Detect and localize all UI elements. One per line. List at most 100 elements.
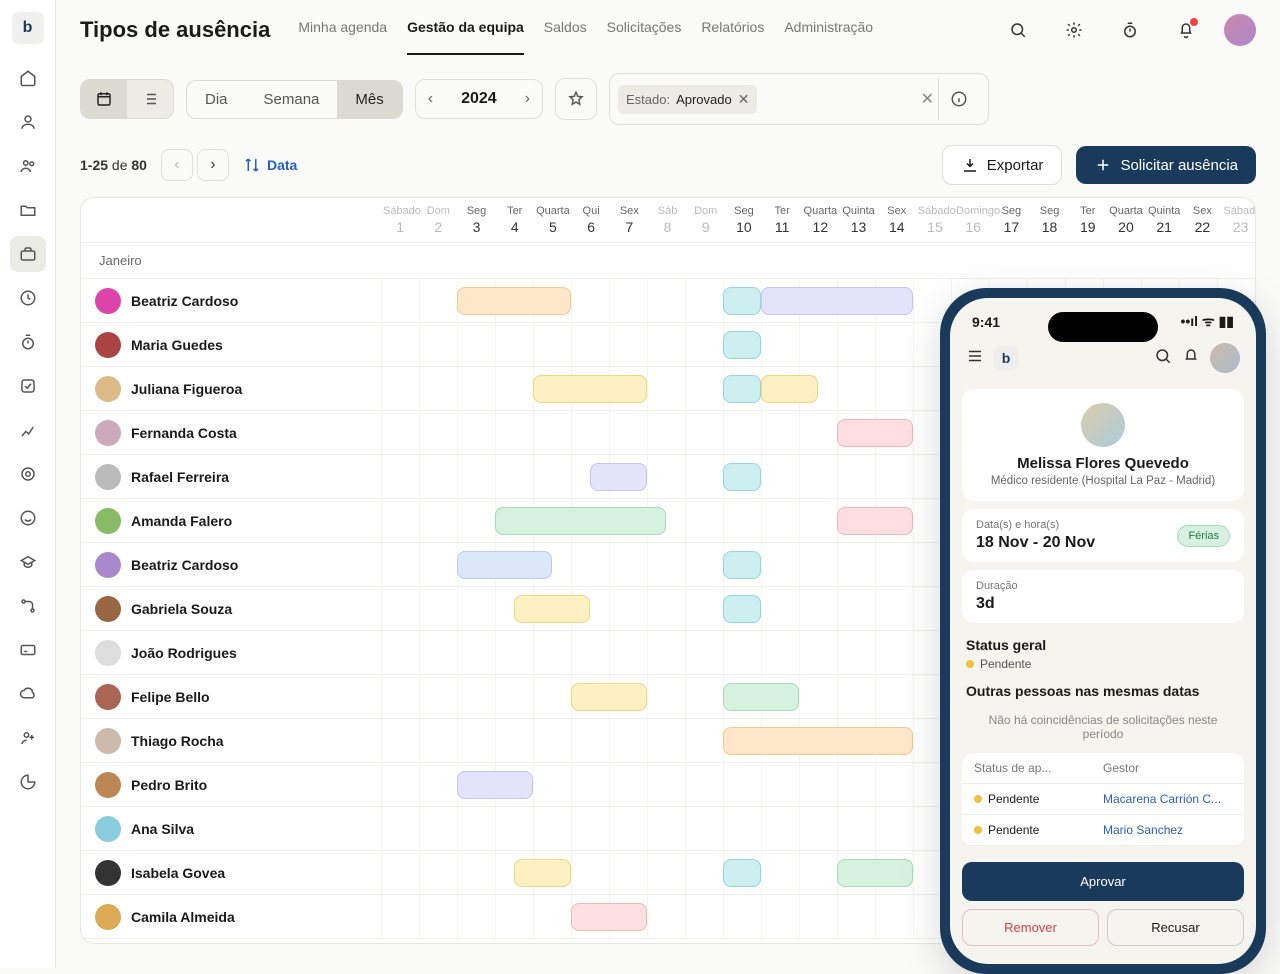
mobile-mockup: 9:41 ••ıl ᯤ ▮▮ b Melissa Flores Quevedo … — [940, 288, 1266, 974]
day-header: Quarta12 — [801, 198, 839, 242]
period-option[interactable]: Semana — [246, 81, 338, 118]
settings-icon[interactable] — [1056, 12, 1092, 48]
absence-bar[interactable] — [723, 331, 761, 359]
absence-bar[interactable] — [514, 595, 590, 623]
nav-tab[interactable]: Administração — [784, 19, 873, 55]
page-title: Tipos de ausência — [80, 17, 270, 43]
prev-year-button[interactable]: ‹ — [416, 80, 445, 118]
nav-tab[interactable]: Gestão da equipa — [407, 19, 524, 55]
search-icon[interactable] — [1000, 12, 1036, 48]
absence-bar[interactable] — [723, 859, 761, 887]
year-nav: ‹ 2024 › — [415, 79, 543, 119]
nav-folder-icon[interactable] — [10, 192, 46, 228]
timer-icon[interactable] — [1112, 12, 1148, 48]
sidebar: b — [0, 0, 56, 968]
filter-bar[interactable]: Estado: Aprovado ✕ ✕ — [609, 73, 989, 125]
absence-bar[interactable] — [457, 771, 533, 799]
nav-adduser-icon[interactable] — [10, 720, 46, 756]
absence-bar[interactable] — [723, 287, 761, 315]
absence-bar[interactable] — [571, 683, 647, 711]
nav-timer-icon[interactable] — [10, 324, 46, 360]
absence-bar[interactable] — [761, 287, 913, 315]
nav-flow-icon[interactable] — [10, 588, 46, 624]
absence-bar[interactable] — [837, 419, 913, 447]
mobile-approve-button[interactable]: Aprovar — [962, 862, 1244, 901]
person-name: Isabela Govea — [131, 865, 225, 881]
absence-bar[interactable] — [837, 507, 913, 535]
nav-person-icon[interactable] — [10, 104, 46, 140]
absence-bar[interactable] — [723, 551, 761, 579]
nav-tab[interactable]: Solicitações — [607, 19, 682, 55]
absence-bar[interactable] — [837, 859, 913, 887]
day-header: Quinta21 — [1145, 198, 1183, 242]
nav-chart-icon[interactable] — [10, 412, 46, 448]
absence-bar[interactable] — [723, 463, 761, 491]
person-name: Camila Almeida — [131, 909, 235, 925]
absence-bar[interactable] — [457, 287, 571, 315]
person-name: Pedro Brito — [131, 777, 207, 793]
absence-bar[interactable] — [590, 463, 647, 491]
nav-cloud-icon[interactable] — [10, 676, 46, 712]
person-avatar — [95, 596, 121, 622]
day-header: Sábado23 — [1221, 198, 1256, 242]
topbar: Tipos de ausência Minha agenda Gestão da … — [56, 0, 1280, 61]
person-avatar — [95, 552, 121, 578]
day-header: Sex7 — [610, 198, 648, 242]
day-header: Sáb8 — [648, 198, 686, 242]
absence-bar[interactable] — [761, 375, 818, 403]
person-avatar — [95, 816, 121, 842]
calendar-view-button[interactable] — [81, 80, 127, 118]
nav-check-icon[interactable] — [10, 368, 46, 404]
nav-home-icon[interactable] — [10, 60, 46, 96]
day-header: Qui6 — [572, 198, 610, 242]
period-option[interactable]: Mês — [337, 81, 401, 118]
mobile-avatar[interactable] — [1210, 343, 1240, 373]
export-button[interactable]: Exportar — [942, 145, 1063, 185]
mobile-reject-button[interactable]: Recusar — [1107, 909, 1244, 946]
filter-info-icon[interactable] — [938, 78, 980, 120]
mobile-bell-icon[interactable] — [1182, 347, 1200, 370]
next-page-button[interactable]: › — [197, 149, 229, 181]
absence-bar[interactable] — [723, 727, 913, 755]
nav-card-icon[interactable] — [10, 632, 46, 668]
person-avatar — [95, 904, 121, 930]
sort-button[interactable]: Data — [243, 156, 297, 174]
pagination-info: 1-25 de 80 — [80, 157, 147, 173]
nav-grad-icon[interactable] — [10, 544, 46, 580]
remove-filter-icon[interactable]: ✕ — [738, 91, 750, 108]
nav-tab[interactable]: Relatórios — [701, 19, 764, 55]
nav-pie-icon[interactable] — [10, 764, 46, 800]
nav-target-icon[interactable] — [10, 456, 46, 492]
mobile-search-icon[interactable] — [1154, 347, 1172, 370]
absence-bar[interactable] — [457, 551, 552, 579]
nav-team-icon[interactable] — [10, 148, 46, 184]
mobile-menu-icon[interactable] — [966, 347, 984, 370]
absence-bar[interactable] — [495, 507, 666, 535]
mobile-remove-button[interactable]: Remover — [962, 909, 1099, 946]
absence-bar[interactable] — [514, 859, 571, 887]
user-avatar[interactable] — [1224, 14, 1256, 46]
day-header: Sex22 — [1183, 198, 1221, 242]
person-name: Juliana Figueroa — [131, 381, 242, 397]
absence-bar[interactable] — [723, 375, 761, 403]
favorite-button[interactable] — [555, 78, 597, 120]
absence-bar[interactable] — [571, 903, 647, 931]
absence-bar[interactable] — [723, 683, 799, 711]
nav-tab[interactable]: Saldos — [544, 19, 587, 55]
day-header: Seg10 — [725, 198, 763, 242]
bell-icon[interactable] — [1168, 12, 1204, 48]
nav-smile-icon[interactable] — [10, 500, 46, 536]
period-option[interactable]: Dia — [187, 81, 246, 118]
mobile-status: Pendente — [966, 657, 1240, 671]
absence-bar[interactable] — [723, 595, 761, 623]
absence-bar[interactable] — [533, 375, 647, 403]
list-view-button[interactable] — [127, 80, 173, 118]
prev-page-button[interactable]: ‹ — [161, 149, 193, 181]
person-name: Felipe Bello — [131, 689, 210, 705]
nav-tab[interactable]: Minha agenda — [298, 19, 387, 55]
next-year-button[interactable]: › — [513, 80, 542, 118]
nav-clock-icon[interactable] — [10, 280, 46, 316]
clear-filters-icon[interactable]: ✕ — [917, 85, 938, 113]
nav-briefcase-icon[interactable] — [10, 236, 46, 272]
request-absence-button[interactable]: Solicitar ausência — [1076, 146, 1256, 184]
